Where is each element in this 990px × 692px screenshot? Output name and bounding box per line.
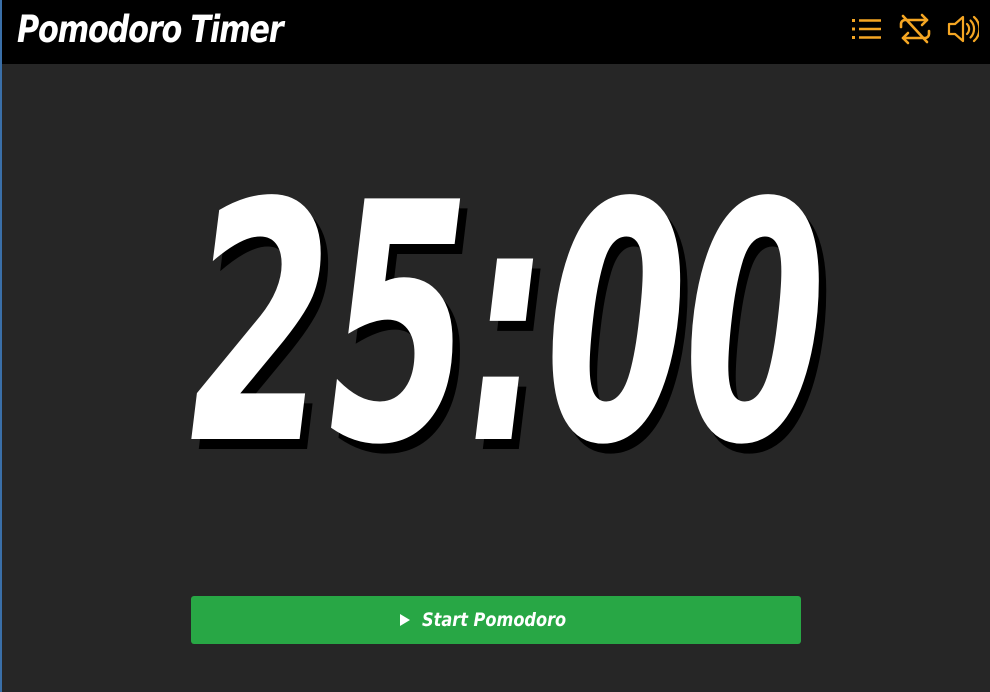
volume-icon[interactable] xyxy=(946,12,980,46)
list-icon[interactable] xyxy=(850,12,884,46)
start-pomodoro-button[interactable]: Start Pomodoro xyxy=(191,596,801,644)
pomodoro-app: Pomodoro Timer 25:00 Start Pomodoro xyxy=(0,0,990,692)
header-icons xyxy=(850,12,980,46)
start-button-label: Start Pomodoro xyxy=(422,609,567,631)
header-bar: Pomodoro Timer xyxy=(2,0,990,64)
timer-area: 25:00 Start Pomodoro xyxy=(2,64,990,692)
timer-display: 25:00 xyxy=(189,133,826,517)
repeat-off-icon[interactable] xyxy=(898,12,932,46)
app-title: Pomodoro Timer xyxy=(17,8,284,51)
play-icon xyxy=(400,614,411,626)
